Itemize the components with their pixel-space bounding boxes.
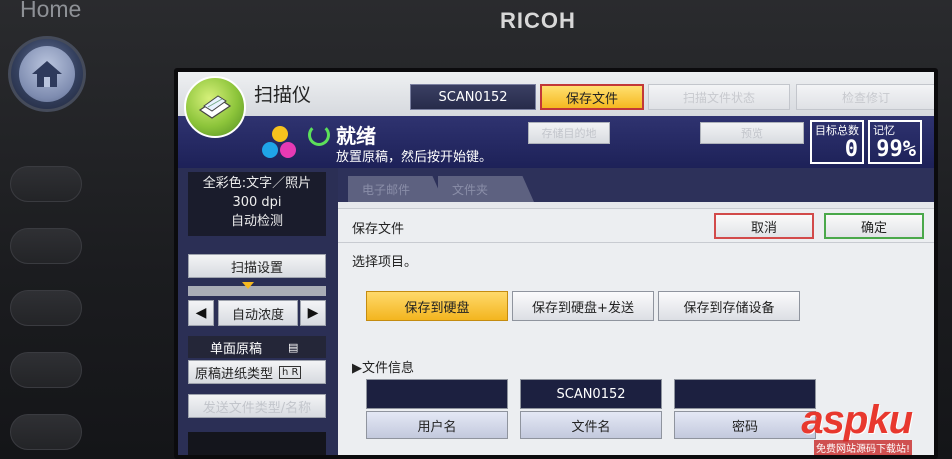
feed-icon: h R <box>279 365 302 379</box>
save-to-storage-option[interactable]: 保存到存储设备 <box>658 291 800 321</box>
home-label: Home <box>20 0 82 22</box>
cancel-button[interactable]: 取消 <box>714 213 814 239</box>
tab-check-revise[interactable]: 检查修订 <box>796 84 934 110</box>
home-button[interactable] <box>8 36 86 112</box>
home-icon <box>19 46 75 102</box>
single-sided-label: 单面原稿 <box>210 341 263 357</box>
duplex-icon: ▤ <box>288 340 299 354</box>
scan-mode-summary: 全彩色:文字／照片 300 dpi 自动检测 <box>188 172 326 236</box>
brand-logo: RICOH <box>500 8 576 33</box>
side-key-2[interactable] <box>10 228 82 264</box>
destination-tabs: 电子邮件 文件夹 <box>338 168 934 202</box>
watermark-logo: aspku <box>801 398 913 442</box>
app-title: 扫描仪 <box>254 84 312 106</box>
user-name-value <box>366 379 508 409</box>
mode-detect: 自动检测 <box>230 214 283 229</box>
color-dots-icon <box>260 124 300 164</box>
app-header: 扫描仪 SCAN0152 保存文件 扫描文件状态 检查修订 <box>178 72 934 116</box>
feed-type-button[interactable]: 原稿进纸类型 h R <box>188 360 326 384</box>
density-increase-button[interactable]: ▶ <box>300 300 326 326</box>
dialog-header: 保存文件 取消 确定 <box>338 209 934 243</box>
ok-button[interactable]: 确定 <box>824 213 924 239</box>
save-to-hdd-send-option[interactable]: 保存到硬盘+发送 <box>512 291 654 321</box>
density-decrease-button[interactable]: ◀ <box>188 300 214 326</box>
density-marker-icon <box>242 282 254 289</box>
file-name-value: SCAN0152 <box>520 379 662 409</box>
side-key-4[interactable] <box>10 352 82 388</box>
density-bar <box>188 286 326 296</box>
save-to-hdd-option[interactable]: 保存到硬盘 <box>366 291 508 321</box>
tab-scan-status[interactable]: 扫描文件状态 <box>648 84 790 110</box>
file-name-button[interactable]: 文件名 <box>520 411 662 439</box>
left-settings-panel: 全彩色:文字／照片 300 dpi 自动检测 扫描设置 ◀ 自动浓度 ▶ 单面原… <box>178 168 338 455</box>
select-item-label: 选择项目。 <box>352 255 418 270</box>
side-key-1[interactable] <box>10 166 82 202</box>
password-value <box>674 379 816 409</box>
auto-density-button[interactable]: 自动浓度 <box>218 300 298 326</box>
ready-status: 就绪 <box>336 124 376 148</box>
ready-indicator-icon <box>308 124 330 146</box>
tab-email[interactable]: 电子邮件 <box>348 176 444 202</box>
status-hint: 放置原稿，然后按开始键。 <box>336 150 493 165</box>
feed-type-label: 原稿进纸类型 <box>195 366 274 382</box>
memory-label: 记忆 <box>873 124 895 137</box>
file-type-name-button[interactable]: 发送文件类型/名称 <box>188 394 326 418</box>
status-bar: 就绪 放置原稿，然后按开始键。 存储目的地 预览 目标总数 0 记忆 99% <box>178 116 934 168</box>
total-label: 目标总数 <box>815 124 859 137</box>
dialog-title: 保存文件 <box>352 222 405 237</box>
preview-button[interactable]: 预览 <box>700 122 804 144</box>
memory-value: 99% <box>876 137 916 162</box>
tab-save-file[interactable]: 保存文件 <box>540 84 644 110</box>
total-destinations: 目标总数 0 <box>810 120 864 164</box>
scanner-app-icon <box>184 76 246 138</box>
mode-color: 全彩色:文字／照片 <box>202 176 312 191</box>
empty-slot <box>188 432 326 455</box>
side-key-3[interactable] <box>10 290 82 326</box>
total-value: 0 <box>844 137 858 162</box>
side-key-5[interactable] <box>10 414 82 450</box>
tab-folder[interactable]: 文件夹 <box>438 176 534 202</box>
memory-indicator: 记忆 99% <box>868 120 922 164</box>
user-name-button[interactable]: 用户名 <box>366 411 508 439</box>
file-info-heading: ▶文件信息 <box>352 361 414 376</box>
password-button[interactable]: 密码 <box>674 411 816 439</box>
single-sided-original[interactable]: 单面原稿 ▤ <box>188 336 326 358</box>
watermark-tagline: 免费网站源码下载站! <box>813 440 912 455</box>
tab-scan-file[interactable]: SCAN0152 <box>410 84 536 110</box>
mode-dpi: 300 dpi <box>232 195 282 210</box>
destination-button[interactable]: 存储目的地 <box>528 122 610 144</box>
scan-settings-button[interactable]: 扫描设置 <box>188 254 326 278</box>
